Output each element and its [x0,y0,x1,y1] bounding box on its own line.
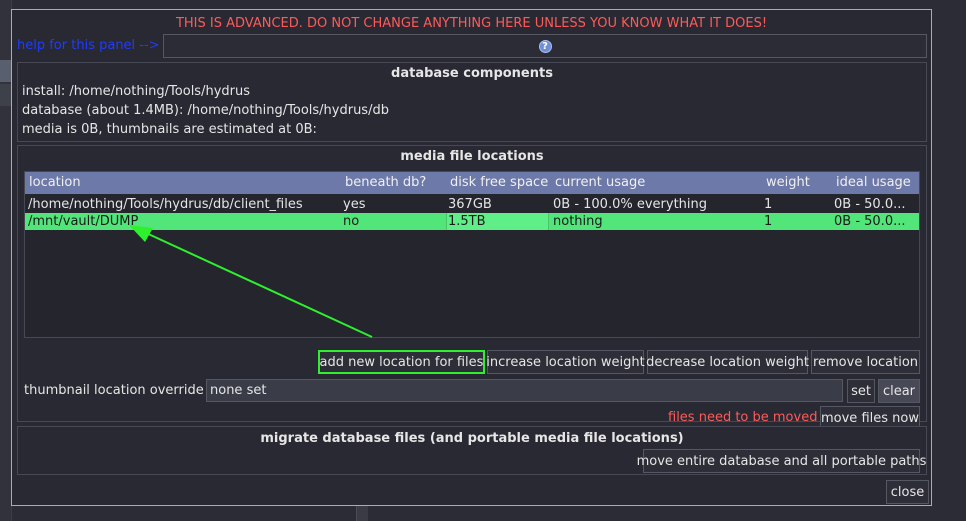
section-title: migrate database files (and portable med… [260,431,684,446]
warning-text: THIS IS ADVANCED. DO NOT CHANGE ANYTHING… [175,16,768,31]
install-path: install: /home/nothing/Tools/hydrus [22,84,250,99]
move-entire-database-button[interactable]: move entire database and all portable pa… [637,449,926,473]
background-splitter [356,505,368,521]
column-header[interactable]: disk free space [450,175,548,190]
clear-button[interactable]: clear [878,379,920,403]
decrease-weight-button[interactable]: decrease location weight [646,350,809,374]
help-button[interactable]: ? [163,34,927,58]
media-summary: media is 0B, thumbnails are estimated at… [22,122,317,137]
question-circle-icon: ? [538,39,552,53]
ideal-usage-cell: 0B - 50.0... [834,214,906,229]
beneath-db-cell: yes [343,197,366,212]
location-cell: /mnt/vault/DUMP [28,214,139,229]
database-components-panel: database components install: /home/nothi… [17,62,927,142]
migrate-database-panel: migrate database files (and portable med… [17,426,927,475]
beneath-db-cell: no [343,214,360,229]
column-header[interactable]: current usage [555,175,645,190]
set-button[interactable]: set [847,379,875,403]
increase-weight-button[interactable]: increase location weight [486,350,645,374]
migrate-database-dialog: THIS IS ADVANCED. DO NOT CHANGE ANYTHING… [11,9,932,506]
column-header[interactable]: ideal usage [836,175,911,190]
column-header[interactable]: beneath db? [345,175,426,190]
section-title: media file locations [400,149,544,164]
section-title: database components [391,66,553,81]
media-file-locations-panel: media file locations location beneath db… [17,145,927,430]
ideal-usage-cell: 0B - 50.0... [834,197,906,212]
disk-free-cell: 1.5TB [448,214,486,229]
help-link[interactable]: help for this panel --> [17,38,160,53]
current-usage-cell: 0B - 100.0% everything [553,197,708,212]
column-header[interactable]: weight [766,175,810,190]
thumbnail-override-label: thumbnail location override [24,383,204,398]
weight-cell: 1 [764,214,773,229]
table-row[interactable]: /home/nothing/Tools/hydrus/db/client_fil… [25,196,919,213]
close-button[interactable]: close [886,480,929,504]
thumbnail-override-field[interactable] [206,379,843,402]
disk-free-cell: 367GB [448,197,492,212]
table-row-selected[interactable]: /mnt/vault/DUMP no 1.5TB nothing 1 0B - … [25,213,919,230]
add-location-button[interactable]: add new location for files [318,350,485,374]
weight-cell: 1 [764,197,773,212]
current-usage-cell: nothing [553,214,603,229]
location-cell: /home/nothing/Tools/hydrus/db/client_fil… [28,197,303,212]
column-header[interactable]: location [29,175,81,190]
database-path: database (about 1.4MB): /home/nothing/To… [22,103,389,118]
files-need-move-text: files need to be moved [668,410,818,425]
remove-location-button[interactable]: remove location [811,350,920,374]
table-header: location beneath db? disk free space cur… [25,172,919,194]
locations-table[interactable]: location beneath db? disk free space cur… [24,171,920,338]
